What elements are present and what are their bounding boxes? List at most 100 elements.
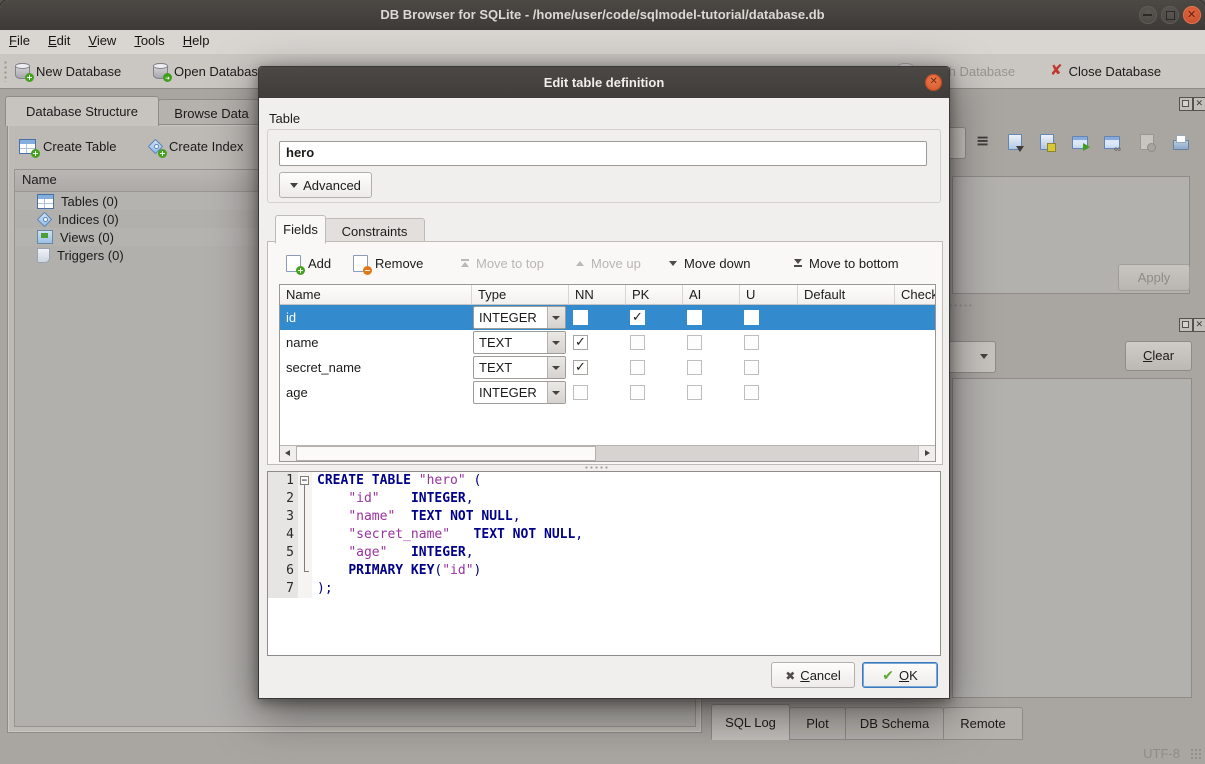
column-header-u[interactable]: U bbox=[740, 285, 798, 305]
sql-line: 7); bbox=[268, 580, 940, 598]
menu-file[interactable]: File bbox=[0, 30, 39, 54]
column-header-pk[interactable]: PK bbox=[626, 285, 683, 305]
remove-button[interactable]: Remove bbox=[353, 251, 423, 275]
nn-checkbox[interactable] bbox=[573, 310, 588, 325]
menu-edit[interactable]: Edit bbox=[39, 30, 79, 54]
resize-grip[interactable] bbox=[1190, 748, 1202, 760]
ai-checkbox[interactable] bbox=[687, 310, 702, 325]
menu-tools[interactable]: Tools bbox=[125, 30, 173, 54]
scroll-left-arrow[interactable] bbox=[280, 446, 297, 461]
tab-browse-data[interactable]: Browse Data bbox=[158, 99, 265, 126]
menu-view[interactable]: View bbox=[79, 30, 125, 54]
pk-checkbox[interactable] bbox=[630, 385, 645, 400]
cancel-button[interactable]: Cancel bbox=[771, 662, 855, 688]
dock-splitter[interactable] bbox=[948, 303, 974, 309]
pk-checkbox[interactable] bbox=[630, 310, 645, 325]
column-header-check[interactable]: Check bbox=[895, 285, 936, 305]
dialog-close-button[interactable] bbox=[925, 74, 942, 91]
add-button[interactable]: Add bbox=[286, 251, 331, 275]
field-name-cell[interactable]: age bbox=[280, 385, 472, 400]
dock-close-button[interactable] bbox=[1193, 97, 1205, 111]
sql-token bbox=[387, 545, 410, 560]
nn-checkbox[interactable] bbox=[573, 385, 588, 400]
field-type-select[interactable]: INTEGER bbox=[473, 306, 566, 329]
tab-database-structure[interactable]: Database Structure bbox=[5, 96, 159, 126]
move-to-top-button[interactable]: Move to top bbox=[461, 251, 544, 275]
tab-fields[interactable]: Fields bbox=[275, 215, 326, 244]
column-header-name[interactable]: Name bbox=[280, 285, 472, 305]
dock-float-button[interactable] bbox=[1179, 318, 1193, 332]
encoding-indicator[interactable]: UTF-8 bbox=[1143, 746, 1180, 761]
clear-button[interactable]: Clear bbox=[1125, 341, 1192, 371]
field-type-select[interactable]: INTEGER bbox=[473, 381, 566, 404]
apply-button[interactable]: Apply bbox=[1118, 264, 1190, 291]
field-name-cell[interactable]: id bbox=[280, 310, 472, 325]
print-icon[interactable] bbox=[1170, 133, 1190, 152]
field-row[interactable]: idINTEGER bbox=[280, 305, 936, 330]
field-name-cell[interactable]: name bbox=[280, 335, 472, 350]
nn-cell bbox=[569, 335, 626, 350]
nn-checkbox[interactable] bbox=[573, 335, 588, 350]
dock-close-button[interactable] bbox=[1193, 318, 1205, 332]
field-row[interactable]: secret_nameTEXT bbox=[280, 355, 936, 380]
set-null-icon[interactable] bbox=[1137, 133, 1157, 152]
bottom-tab-plot[interactable]: Plot bbox=[789, 707, 846, 740]
u-checkbox[interactable] bbox=[744, 385, 759, 400]
u-checkbox[interactable] bbox=[744, 360, 759, 375]
dialog-titlebar[interactable]: Edit table definition bbox=[259, 67, 949, 98]
move-down-button[interactable]: Move down bbox=[669, 251, 750, 275]
execute-icon[interactable] bbox=[1069, 133, 1089, 152]
dialog-splitter[interactable] bbox=[584, 465, 610, 470]
move-to-bottom-button[interactable]: Move to bottom bbox=[794, 251, 899, 275]
field-type-select[interactable]: TEXT bbox=[473, 356, 566, 379]
table-name-input[interactable]: hero bbox=[279, 141, 927, 166]
create-table-button[interactable]: Create Table bbox=[19, 134, 116, 158]
sql-preview-editor[interactable]: 1CREATE TABLE "hero" (2 "id" INTEGER,3 "… bbox=[267, 471, 941, 656]
advanced-button[interactable]: Advanced bbox=[279, 172, 372, 198]
link-icon[interactable] bbox=[1101, 133, 1121, 152]
column-header-ai[interactable]: AI bbox=[683, 285, 740, 305]
toolbar-drag-handle[interactable] bbox=[3, 60, 8, 82]
minimize-button[interactable] bbox=[1139, 6, 1157, 24]
column-header-type[interactable]: Type bbox=[472, 285, 569, 305]
scrollbar-thumb[interactable] bbox=[296, 446, 596, 461]
move-up-button[interactable]: Move up bbox=[576, 251, 641, 275]
ai-checkbox[interactable] bbox=[687, 335, 702, 350]
window-titlebar[interactable]: DB Browser for SQLite - /home/user/code/… bbox=[0, 0, 1205, 31]
close-window-button[interactable] bbox=[1183, 6, 1201, 24]
u-checkbox[interactable] bbox=[744, 310, 759, 325]
bottom-tab-remote[interactable]: Remote bbox=[943, 707, 1023, 740]
new-database-button[interactable]: New Database bbox=[15, 59, 121, 83]
pk-checkbox[interactable] bbox=[630, 360, 645, 375]
nn-checkbox[interactable] bbox=[573, 360, 588, 375]
sql-log-area[interactable] bbox=[952, 378, 1192, 698]
ai-checkbox[interactable] bbox=[687, 360, 702, 375]
field-name-cell[interactable]: secret_name bbox=[280, 360, 472, 375]
pk-checkbox[interactable] bbox=[630, 335, 645, 350]
scroll-right-arrow[interactable] bbox=[918, 446, 935, 461]
ai-checkbox[interactable] bbox=[687, 385, 702, 400]
field-type-select[interactable]: TEXT bbox=[473, 331, 566, 354]
fold-marker[interactable] bbox=[298, 472, 312, 490]
menu-help[interactable]: Help bbox=[174, 30, 219, 54]
remove-field-icon bbox=[353, 255, 368, 272]
import-file-icon[interactable] bbox=[1005, 133, 1025, 152]
ok-button[interactable]: OK bbox=[862, 662, 938, 688]
create-table-label: Create Table bbox=[43, 139, 116, 154]
horizontal-scrollbar[interactable] bbox=[280, 445, 935, 461]
u-checkbox[interactable] bbox=[744, 335, 759, 350]
maximize-button[interactable] bbox=[1161, 6, 1179, 24]
column-header-nn[interactable]: NN bbox=[569, 285, 626, 305]
field-row[interactable]: ageINTEGER bbox=[280, 380, 936, 405]
dock-float-button[interactable] bbox=[1179, 97, 1193, 111]
create-index-button[interactable]: Create Index bbox=[148, 134, 243, 158]
open-database-button[interactable]: Open Database bbox=[153, 59, 265, 83]
tab-constraints-label: Constraints bbox=[342, 224, 408, 239]
wrap-text-icon[interactable] bbox=[973, 133, 993, 152]
bottom-tab-sql-log[interactable]: SQL Log bbox=[711, 704, 790, 740]
field-row[interactable]: nameTEXT bbox=[280, 330, 936, 355]
bottom-tab-db-schema[interactable]: DB Schema bbox=[845, 707, 944, 740]
close-database-button[interactable]: ✘ Close Database bbox=[1050, 59, 1161, 83]
column-header-default[interactable]: Default bbox=[798, 285, 895, 305]
export-file-icon[interactable] bbox=[1037, 133, 1057, 152]
